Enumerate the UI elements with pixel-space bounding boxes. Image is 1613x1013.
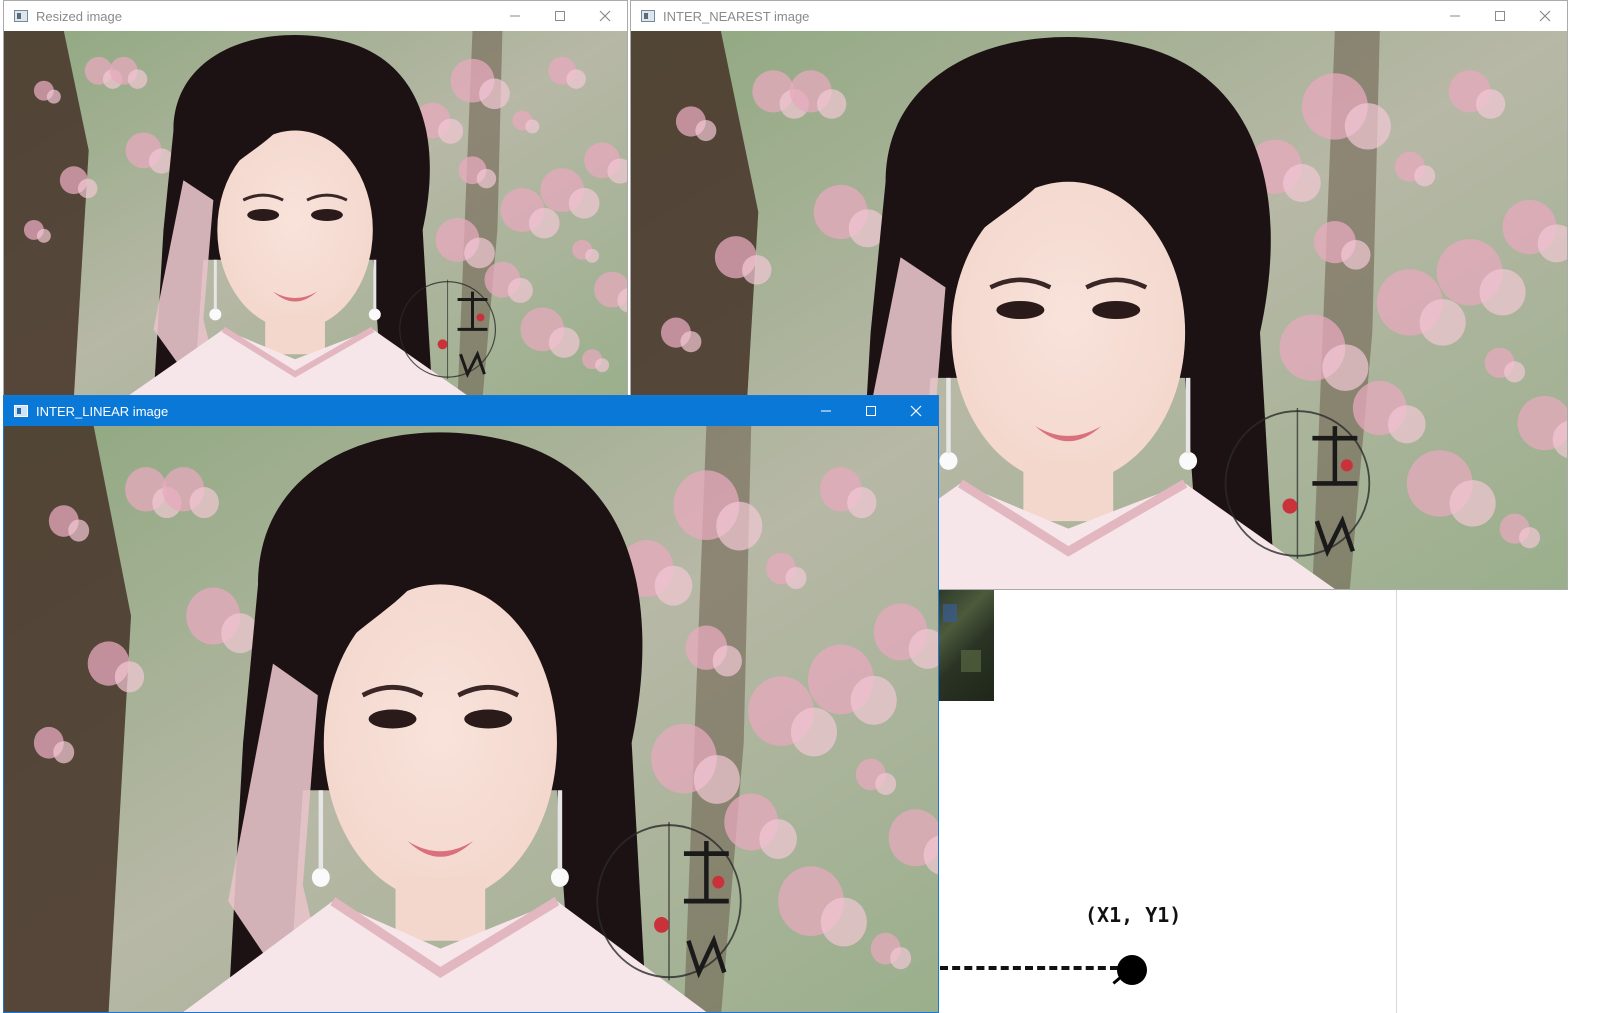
window-title: INTER_NEAREST image: [663, 8, 810, 24]
maximize-button[interactable]: [848, 396, 893, 426]
window-title: Resized image: [36, 8, 122, 24]
window-app-icon: [14, 10, 28, 22]
divider-line: [1396, 590, 1397, 1013]
minimize-button[interactable]: [1432, 1, 1477, 31]
close-button[interactable]: [1522, 1, 1567, 31]
close-button[interactable]: [582, 1, 627, 31]
titlebar[interactable]: INTER_NEAREST image: [631, 1, 1567, 31]
window-app-icon: [641, 10, 655, 22]
portrait-photo: [4, 426, 938, 1012]
window-resized-image[interactable]: Resized image: [3, 0, 628, 400]
window-inter-linear-image[interactable]: INTER_LINEAR image: [3, 395, 939, 1013]
minimize-button[interactable]: [803, 396, 848, 426]
image-canvas: [4, 426, 938, 1012]
maximize-button[interactable]: [1477, 1, 1522, 31]
minimize-button[interactable]: [492, 1, 537, 31]
maximize-button[interactable]: [537, 1, 582, 31]
window-title: INTER_LINEAR image: [36, 403, 169, 419]
titlebar[interactable]: INTER_LINEAR image: [4, 396, 938, 426]
point-coordinate-label: (X1, Y1): [1085, 903, 1182, 927]
image-canvas: [4, 31, 627, 399]
pixel-crop-thumbnail: [939, 590, 994, 701]
point-marker: [1117, 955, 1147, 985]
window-app-icon: [14, 405, 28, 417]
dashed-line: [940, 966, 1118, 970]
portrait-photo: [4, 31, 627, 399]
titlebar[interactable]: Resized image: [4, 1, 627, 31]
close-button[interactable]: [893, 396, 938, 426]
